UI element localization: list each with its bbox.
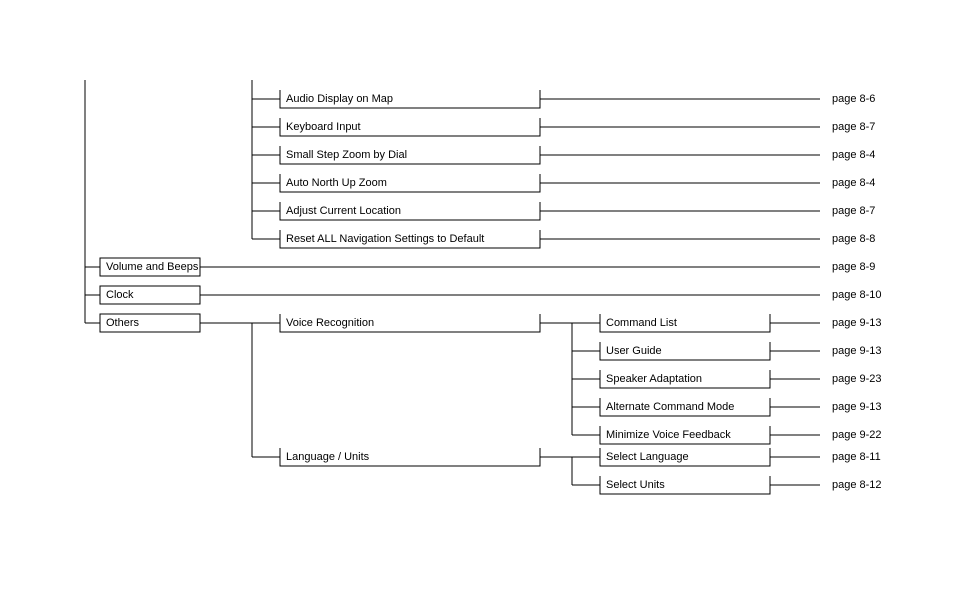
label-nav-2: Small Step Zoom by Dial	[286, 149, 407, 161]
page-vr-3: page 9-13	[832, 401, 882, 413]
page-nav-3: page 8-4	[832, 177, 875, 189]
label-nav-3: Auto North Up Zoom	[286, 177, 387, 189]
diagram-root: Audio Display on Map page 8-6 Keyboard I…	[0, 0, 954, 608]
page-nav-0: page 8-6	[832, 93, 875, 105]
label-vr-1: User Guide	[606, 345, 662, 357]
label-nav-5: Reset ALL Navigation Settings to Default	[286, 233, 484, 245]
page-vr-2: page 9-23	[832, 373, 882, 385]
label-volume-beeps: Volume and Beeps	[106, 261, 199, 273]
page-vr-4: page 9-22	[832, 429, 882, 441]
label-lu-0: Select Language	[606, 451, 689, 463]
page-vr-0: page 9-13	[832, 317, 882, 329]
page-lu-0: page 8-11	[832, 451, 881, 463]
label-clock: Clock	[106, 289, 134, 301]
page-volume-beeps: page 8-9	[832, 261, 875, 273]
label-vr-4: Minimize Voice Feedback	[606, 429, 731, 441]
label-language-units: Language / Units	[286, 451, 370, 463]
page-clock: page 8-10	[832, 289, 882, 301]
label-nav-1: Keyboard Input	[286, 121, 361, 133]
label-vr-3: Alternate Command Mode	[606, 401, 734, 413]
label-lu-1: Select Units	[606, 479, 665, 491]
label-nav-4: Adjust Current Location	[286, 205, 401, 217]
page-nav-1: page 8-7	[832, 121, 875, 133]
label-nav-0: Audio Display on Map	[286, 93, 393, 105]
page-vr-1: page 9-13	[832, 345, 882, 357]
page-nav-5: page 8-8	[832, 233, 875, 245]
label-vr-0: Command List	[606, 317, 677, 329]
page-nav-2: page 8-4	[832, 149, 875, 161]
label-vr-2: Speaker Adaptation	[606, 373, 702, 385]
page-lu-1: page 8-12	[832, 479, 882, 491]
page-nav-4: page 8-7	[832, 205, 875, 217]
label-voice-recognition: Voice Recognition	[286, 317, 374, 329]
label-others: Others	[106, 317, 140, 329]
